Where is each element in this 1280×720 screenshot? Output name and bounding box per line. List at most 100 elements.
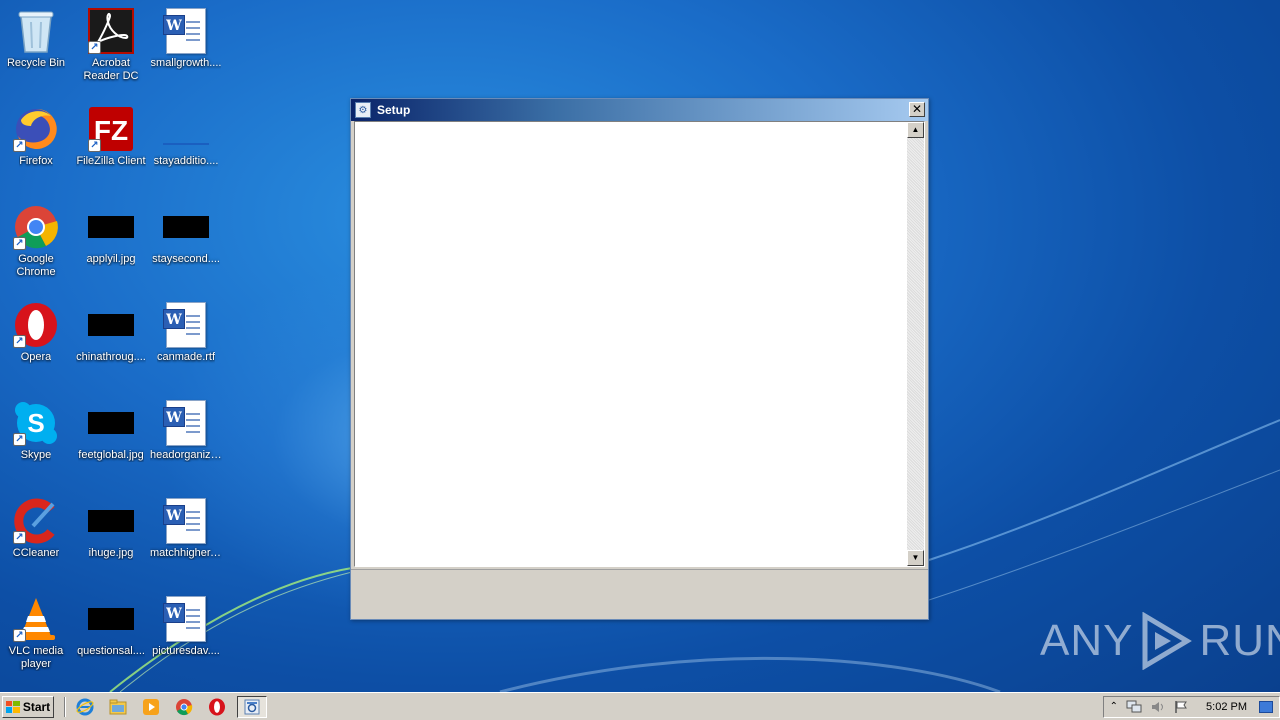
chrome-icon: ↗ [13,204,59,250]
desktop-icon-matchhigher[interactable]: W matchhigher.... [150,492,222,576]
shortcut-arrow-icon: ↗ [88,41,101,54]
desktop-icon-feetglobal[interactable]: feetglobal.jpg [75,394,147,478]
desktop-icon-stayadditio[interactable]: stayadditio.... [150,100,222,184]
shortcut-arrow-icon: ↗ [13,237,26,250]
watermark-text-right: RUN [1199,616,1280,665]
desktop-icon-label: canmade.rtf [156,351,216,363]
system-tray: ⌃ 5:02 PM [1102,695,1280,718]
volume-icon[interactable] [1150,700,1166,714]
skype-icon: S ↗ [13,400,59,446]
taskbar-opera[interactable] [204,696,230,718]
image-thumb-icon [88,596,134,642]
shortcut-arrow-icon: ↗ [13,531,26,544]
shortcut-arrow-icon: ↗ [88,139,101,152]
desktop-icon-google-chrome[interactable]: ↗ Google Chrome [0,198,72,282]
desktop-icon-recycle-bin[interactable]: Recycle Bin [0,2,72,86]
desktop-icon-vlc[interactable]: ↗ VLC media player [0,590,72,674]
desktop-icon-picturesdav[interactable]: W picturesdav.... [150,590,222,674]
desktop-icon-label: questionsal.... [77,645,145,657]
desktop-icon-smallgrowth[interactable]: W smallgrowth.... [150,2,222,86]
scroll-down-button[interactable]: ▼ [907,550,924,566]
network-icon[interactable] [1126,700,1142,714]
desktop-icon-label: feetglobal.jpg [78,449,144,461]
desktop-icon-chinathroug[interactable]: chinathroug.... [75,296,147,380]
close-button[interactable]: ✕ [909,102,925,117]
scroll-up-button[interactable]: ▲ [907,122,924,138]
image-thumb-icon [163,204,209,250]
shortcut-arrow-icon: ↗ [13,433,26,446]
setup-task-icon [244,699,260,714]
recycle-bin-icon [13,8,59,54]
media-player-icon [143,698,159,715]
desktop-icon-ihuge[interactable]: ihuge.jpg [75,492,147,576]
desktop-icon-canmade[interactable]: W canmade.rtf [150,296,222,380]
desktop-icon-label: CCleaner [12,547,60,559]
desktop-icon-label: staysecond.... [152,253,220,265]
desktop-icon-label: applyil.jpg [86,253,136,265]
desktop-icon-label: Acrobat Reader DC [83,57,139,82]
internet-explorer-icon [76,698,94,715]
start-label: Start [22,699,51,714]
word-doc-icon: W [163,498,209,544]
desktop-icon-applyil[interactable]: applyil.jpg [75,198,147,282]
desktop-icon-filezilla[interactable]: FZ ↗ FileZilla Client [75,100,147,184]
word-doc-icon: W [163,596,209,642]
desktop-icon-label: Skype [20,449,52,461]
taskbar-chrome[interactable] [171,696,197,718]
setup-content-pane[interactable]: ▲ ▼ [354,121,925,567]
taskbar-file-explorer[interactable] [105,696,131,718]
setup-window[interactable]: ⚙ Setup ✕ ▲ ▼ [350,98,929,620]
desktop-icon-label: FileZilla Client [76,155,146,167]
action-center-flag-icon[interactable] [1174,700,1188,714]
watermark-text-left: ANY [1040,616,1134,665]
taskbar-separator [64,696,66,717]
desktop-icon-headorganiz[interactable]: W headorganiz.... [150,394,222,478]
image-thumb-icon [88,400,134,446]
word-doc-icon: W [163,8,209,54]
desktop-icon-label: ihuge.jpg [88,547,134,559]
setup-titlebar[interactable]: ⚙ Setup ✕ [351,99,928,121]
desktop-icon-label: matchhigher.... [150,547,222,559]
desktop-icon-label: picturesdav.... [152,645,220,657]
taskbar-internet-explorer[interactable] [72,696,98,718]
blank-file-icon [163,106,209,152]
file-explorer-icon [109,699,127,714]
taskbar-media-player[interactable] [138,696,164,718]
desktop-icon-firefox[interactable]: ↗ Firefox [0,100,72,184]
desktop-icon-label: Firefox [19,155,53,167]
shortcut-arrow-icon: ↗ [13,335,26,348]
desktop-icon-label: Opera [20,351,52,363]
filezilla-icon: FZ ↗ [88,106,134,152]
anyrun-watermark: ANY RUN [1040,606,1280,676]
desktop-icon-staysecond[interactable]: staysecond.... [150,198,222,282]
desktop-icon-label: Recycle Bin [6,57,66,69]
desktop-icon-ccleaner[interactable]: ↗ CCleaner [0,492,72,576]
acrobat-icon: ↗ [88,8,134,54]
show-desktop-button[interactable] [1259,700,1273,713]
window-title: Setup [377,103,411,117]
ccleaner-icon: ↗ [13,498,59,544]
firefox-icon: ↗ [13,106,59,152]
start-button[interactable]: Start [2,695,54,718]
show-hidden-icons-chevron-icon[interactable]: ⌃ [1110,701,1118,712]
vertical-scrollbar[interactable]: ▲ ▼ [907,122,924,566]
desktop-icon-label: stayadditio.... [153,155,219,167]
desktop-icon-label: smallgrowth.... [150,57,222,69]
desktop-icon-label: Google Chrome [16,253,56,278]
opera-icon: ↗ [13,302,59,348]
desktop-icon-label: headorganiz.... [150,449,222,461]
desktop-icon-skype[interactable]: S ↗ Skype [0,394,72,478]
taskbar-setup-task[interactable] [237,695,267,718]
shortcut-arrow-icon: ↗ [13,139,26,152]
desktop-icon-questionsal[interactable]: questionsal.... [75,590,147,674]
vlc-icon: ↗ [13,596,59,642]
image-thumb-icon [88,498,134,544]
clock[interactable]: 5:02 PM [1206,701,1247,713]
taskbar: Start ⌃ 5:02 PM [0,692,1280,720]
desktop-icon-label: VLC media player [8,645,64,670]
image-thumb-icon [88,302,134,348]
desktop-icon-acrobat[interactable]: ↗ Acrobat Reader DC [75,2,147,86]
svg-text:S: S [27,408,44,438]
desktop-icon-opera[interactable]: ↗ Opera [0,296,72,380]
setup-footer-panel [351,569,928,619]
